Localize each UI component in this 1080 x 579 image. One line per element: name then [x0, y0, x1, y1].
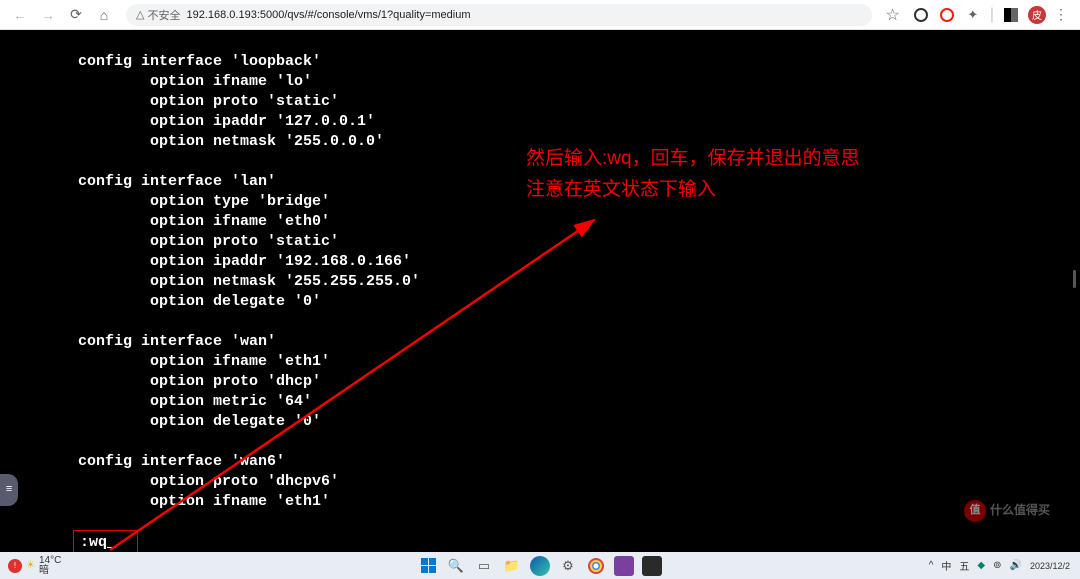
settings-icon[interactable]: ⚙: [558, 556, 578, 576]
forward-button[interactable]: →: [36, 3, 60, 27]
volume-icon[interactable]: 🔊: [1010, 560, 1022, 571]
terminal-line: option ifname 'eth1': [78, 492, 1080, 512]
terminal-line: config interface 'loopback': [78, 52, 1080, 72]
extension-square-icon[interactable]: [1002, 6, 1020, 24]
warning-icon: △: [136, 8, 144, 21]
terminal-line: option proto 'dhcp': [78, 372, 1080, 392]
weather-alert-icon: !: [8, 559, 22, 573]
tray-app-icon[interactable]: ◆: [977, 560, 985, 571]
terminal-line: option netmask '255.255.255.0': [78, 272, 1080, 292]
vi-command-text: :wq: [80, 534, 107, 551]
weather-temp: 14°C: [39, 556, 61, 566]
tray-date: 2023/12/2: [1030, 561, 1070, 571]
weather-widget[interactable]: ! ☀ 14°C 暗: [0, 556, 69, 576]
profile-avatar[interactable]: 皮: [1028, 6, 1046, 24]
security-label: 不安全: [147, 7, 180, 23]
extension-area: ☆ ✦ | 皮 ⋮: [882, 5, 1073, 25]
browser-toolbar: ← → ⟳ ⌂ △ 不安全 192.168.0.193:5000/qvs/#/c…: [0, 0, 1080, 30]
file-explorer-icon[interactable]: 📁: [502, 556, 522, 576]
terminal-line: option proto 'static': [78, 232, 1080, 252]
terminal-line: option proto 'dhcpv6': [78, 472, 1080, 492]
terminal-line: option metric '64': [78, 392, 1080, 412]
home-button[interactable]: ⌂: [92, 3, 116, 27]
terminal-line: config interface 'wan': [78, 332, 1080, 352]
windows-taskbar: ! ☀ 14°C 暗 🔍 ▭ 📁 ⚙ ^ 中 五 ◆ ⊚ 🔊 2023/12/2: [0, 552, 1080, 579]
app-dark-icon[interactable]: [642, 556, 662, 576]
vnc-console[interactable]: config interface 'loopback' option ifnam…: [0, 30, 1080, 552]
search-icon[interactable]: 🔍: [446, 556, 466, 576]
start-button[interactable]: [418, 556, 438, 576]
menu-kebab-icon[interactable]: ⋮: [1054, 6, 1068, 23]
terminal-line: option ipaddr '192.168.0.166': [78, 252, 1080, 272]
address-bar[interactable]: △ 不安全 192.168.0.193:5000/qvs/#/console/v…: [126, 4, 872, 26]
task-view-icon[interactable]: ▭: [474, 556, 494, 576]
terminal-line: [78, 312, 1080, 332]
ime-language[interactable]: 中: [941, 558, 951, 573]
terminal-line: option ifname 'eth0': [78, 212, 1080, 232]
weather-sun-icon: ☀: [26, 560, 35, 571]
not-secure-indicator: △ 不安全: [136, 7, 180, 23]
extension-opera-icon[interactable]: [938, 6, 956, 24]
terminal-line: option ifname 'lo': [78, 72, 1080, 92]
extension-o-black-icon[interactable]: [912, 6, 930, 24]
wifi-icon[interactable]: ⊚: [993, 560, 1001, 571]
terminal-line: option ifname 'eth1': [78, 352, 1080, 372]
edge-icon[interactable]: [530, 556, 550, 576]
reload-button[interactable]: ⟳: [64, 3, 88, 27]
scrollbar-thumb[interactable]: [1073, 270, 1076, 288]
bookmark-star-icon[interactable]: ☆: [886, 5, 900, 25]
back-button[interactable]: ←: [8, 3, 32, 27]
extensions-puzzle-icon[interactable]: ✦: [964, 6, 982, 24]
watermark-logo: 值: [964, 500, 986, 522]
watermark-text: 什么值得买: [990, 501, 1050, 521]
terminal-line: config interface 'wan6': [78, 452, 1080, 472]
app-purple-icon[interactable]: [614, 556, 634, 576]
terminal-line: option proto 'static': [78, 92, 1080, 112]
annotation-line-1: 然后输入:wq，回车，保存并退出的意思: [526, 144, 860, 174]
url-text: 192.168.0.193:5000/qvs/#/console/vms/1?q…: [186, 9, 470, 21]
system-tray: ^ 中 五 ◆ ⊚ 🔊 2023/12/2: [919, 558, 1080, 573]
taskbar-center: 🔍 ▭ 📁 ⚙: [418, 556, 662, 576]
watermark: 值 什么值得买: [964, 500, 1050, 522]
annotation-line-2: 注意在英文状态下输入: [526, 175, 716, 205]
divider: |: [990, 6, 994, 24]
weather-desc: 暗: [39, 566, 61, 576]
terminal-line: option delegate '0': [78, 412, 1080, 432]
terminal-line: option ipaddr '127.0.0.1': [78, 112, 1080, 132]
tray-chevron-icon[interactable]: ^: [929, 560, 934, 571]
clock[interactable]: 2023/12/2: [1030, 561, 1070, 571]
terminal-line: [78, 432, 1080, 452]
chrome-icon[interactable]: [586, 556, 606, 576]
ime-mode[interactable]: 五: [959, 558, 969, 573]
terminal-line: option delegate '0': [78, 292, 1080, 312]
side-panel-tab[interactable]: ≡: [0, 474, 18, 506]
cursor: [107, 534, 116, 551]
